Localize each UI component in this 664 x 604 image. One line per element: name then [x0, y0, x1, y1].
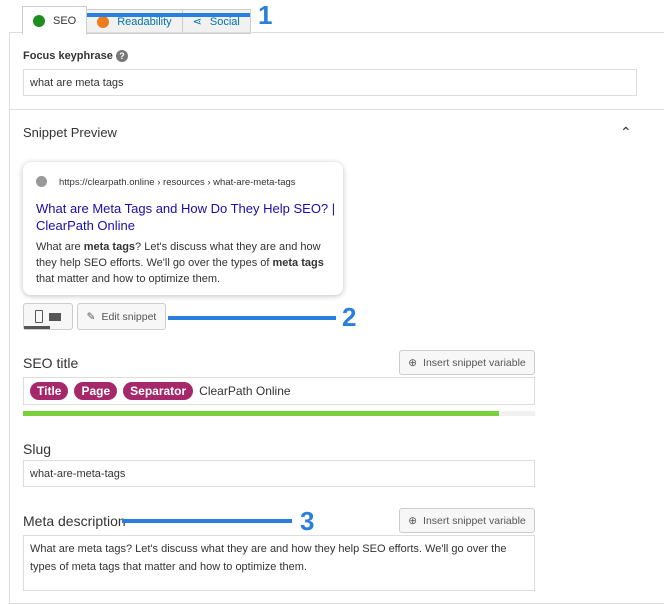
seo-title-input[interactable]: Title Page Separator ClearPath Online: [23, 377, 535, 405]
active-mode-indicator: [24, 326, 50, 329]
annotation-arrow: [122, 519, 292, 523]
help-icon[interactable]: ?: [115, 50, 128, 62]
smiley-icon: [33, 14, 45, 27]
divider: [10, 109, 664, 110]
annotation-arrow: [65, 13, 250, 17]
focus-keyphrase-label: Focus keyphrase ?: [23, 50, 128, 62]
preview-mode-toggle: [23, 303, 73, 330]
annotation-number: 2: [342, 302, 357, 332]
insert-label: Insert snippet variable: [423, 514, 526, 527]
focus-keyphrase-input[interactable]: what are meta tags: [23, 69, 637, 96]
seo-title-label: SEO title: [23, 355, 79, 371]
annotation-arrow: [168, 316, 336, 320]
slug-input[interactable]: what-are-meta-tags: [23, 460, 535, 487]
progress-fill: [23, 411, 500, 416]
chevron-up-icon[interactable]: ⌃: [620, 124, 632, 141]
insert-snippet-variable-button[interactable]: ⊕ Insert snippet variable: [399, 508, 535, 533]
insert-label: Insert snippet variable: [423, 356, 526, 369]
seo-title-text: ClearPath Online: [199, 384, 291, 398]
seo-title-progress: [23, 411, 535, 416]
edit-snippet-button[interactable]: ✎ Edit snippet: [77, 303, 166, 330]
desktop-icon[interactable]: [49, 312, 61, 321]
plus-circle-icon: ⊕: [408, 514, 418, 527]
tabs: SEO Readability ⋖ Social: [22, 6, 251, 35]
meta-description-input[interactable]: What are meta tags? Let's discuss what t…: [23, 535, 535, 591]
snippet-description: What are meta tags? Let's discuss what t…: [36, 241, 324, 285]
smiley-icon: [97, 15, 110, 28]
snippet-title[interactable]: What are Meta Tags and How Do They Help …: [36, 200, 336, 234]
plus-circle-icon: ⊕: [408, 356, 418, 369]
tab-label: Readability: [117, 15, 172, 28]
tab-seo[interactable]: SEO: [22, 6, 88, 35]
edit-snippet-label: Edit snippet: [101, 310, 157, 323]
slug-label: Slug: [23, 441, 52, 457]
variable-pill[interactable]: Title: [30, 382, 69, 400]
variable-pill[interactable]: Page: [74, 382, 118, 400]
globe-icon: [36, 176, 47, 187]
mobile-icon[interactable]: [35, 310, 43, 323]
snippet-preview-heading: Snippet Preview: [23, 125, 117, 140]
snippet-card: https://clearpath.online › resources › w…: [23, 162, 343, 295]
variable-pill[interactable]: Separator: [123, 382, 194, 400]
tab-label: SEO: [53, 14, 77, 27]
annotation-number: 1: [258, 0, 273, 30]
pencil-icon: ✎: [86, 310, 96, 323]
snippet-url: https://clearpath.online › resources › w…: [59, 177, 296, 188]
insert-snippet-variable-button[interactable]: ⊕ Insert snippet variable: [399, 350, 535, 375]
meta-description-label: Meta description: [23, 513, 126, 529]
annotation-number: 3: [300, 506, 315, 536]
tab-label: Social: [209, 15, 240, 28]
